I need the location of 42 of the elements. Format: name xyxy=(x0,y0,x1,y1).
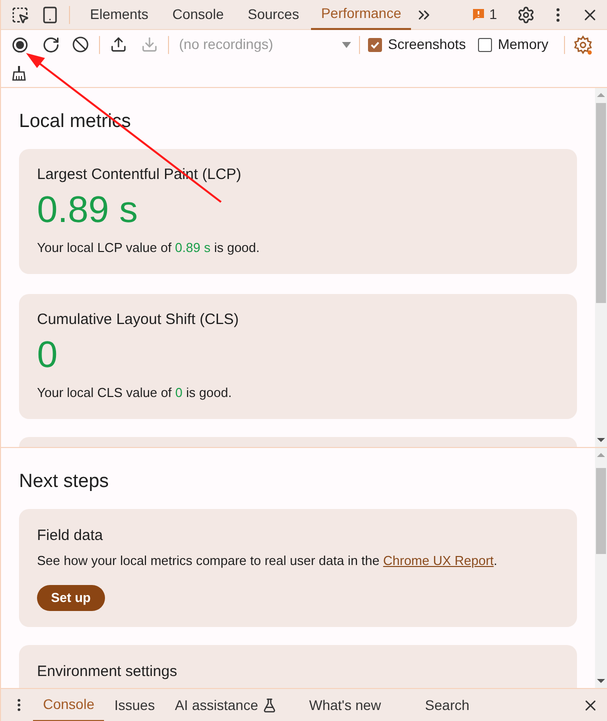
upload-icon[interactable] xyxy=(110,36,127,54)
setup-button[interactable]: Set up xyxy=(37,584,105,610)
scroll-down-icon[interactable] xyxy=(597,678,605,684)
scroll-thumb[interactable] xyxy=(596,468,606,554)
broom-icon[interactable] xyxy=(11,65,27,82)
panel-tab[interactable]: Console xyxy=(160,0,236,30)
report-link[interactable]: Chrome UX Report xyxy=(383,553,494,568)
checkmark-icon xyxy=(370,40,380,50)
device-icon[interactable] xyxy=(41,6,59,24)
drawer-tab[interactable]: What's new xyxy=(287,688,404,721)
inspect-icon[interactable] xyxy=(11,6,29,24)
clear-icon[interactable] xyxy=(72,36,89,54)
scroll-down-icon[interactable] xyxy=(597,437,605,443)
metric-value: 0 xyxy=(37,333,59,377)
metric-value: 0.89 s xyxy=(37,188,139,232)
issue-icon xyxy=(472,8,486,21)
metric-summary: Your local CLS value of 0 is good. xyxy=(37,384,233,402)
drawer-tab[interactable]: Console xyxy=(33,688,104,721)
metric-name: Cumulative Layout Shift (CLS) xyxy=(37,310,240,330)
card-description: See how your local metrics compare to real user data in the Chrome UX Report. xyxy=(37,552,498,570)
drawer-tab[interactable]: Issues xyxy=(104,688,165,721)
record-icon[interactable] xyxy=(12,36,28,53)
option-checkbox[interactable]: Memory xyxy=(478,34,548,56)
panel-tab[interactable]: Sources xyxy=(236,0,312,30)
drawer-tab[interactable]: Search xyxy=(403,688,492,721)
section-heading: Next steps xyxy=(19,470,110,494)
scrollbar[interactable] xyxy=(595,448,607,688)
scrollbar[interactable] xyxy=(595,88,607,447)
panel-tab[interactable]: Elements xyxy=(78,0,160,30)
dropdown-icon xyxy=(342,42,351,48)
card-title: Environment settings xyxy=(37,662,178,682)
settings-icon[interactable] xyxy=(573,34,594,55)
card-title: Field data xyxy=(37,526,104,546)
settings-icon[interactable] xyxy=(517,6,535,24)
drawer-tab[interactable]: AI assistance xyxy=(164,688,288,721)
scroll-thumb[interactable] xyxy=(596,103,606,303)
panel-tab[interactable]: Performance xyxy=(311,0,412,30)
issues-badge[interactable]: 1 xyxy=(472,4,497,25)
metric-summary: Your local LCP value of 0.89 s is good. xyxy=(37,239,261,257)
reload-icon[interactable] xyxy=(42,36,60,54)
flask-icon xyxy=(262,698,278,712)
option-checkbox[interactable]: Screenshots xyxy=(368,34,466,56)
